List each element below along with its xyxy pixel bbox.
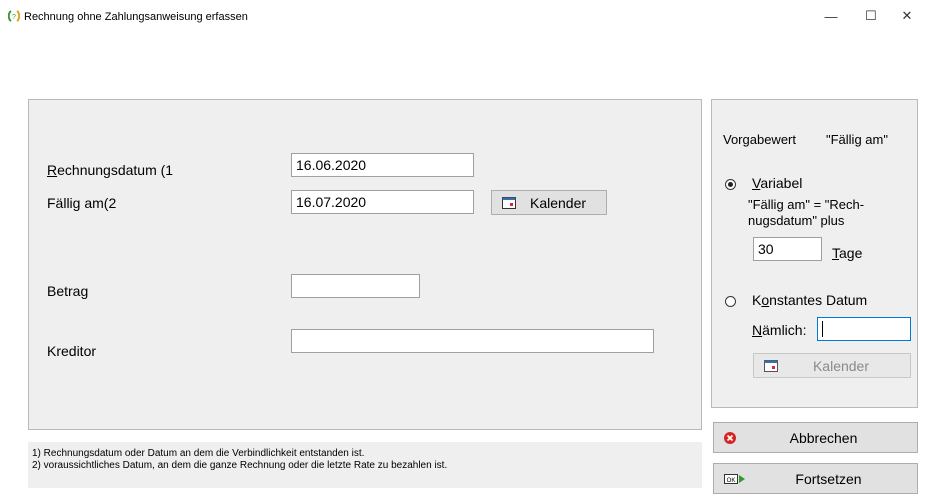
konstant-radio[interactable]	[725, 296, 736, 307]
svg-text:?: ?	[12, 14, 16, 21]
app-logo-icon: ?	[8, 10, 20, 22]
tage-label: Tage	[832, 245, 863, 261]
faellig-input[interactable]: 16.07.2020	[291, 190, 474, 214]
variabel-radio[interactable]	[725, 179, 736, 190]
kreditor-label: Kreditor	[47, 343, 97, 359]
variabel-label[interactable]: Variabel	[752, 175, 802, 191]
vorgabe-value: "Fällig am"	[826, 132, 888, 147]
ok-arrow-icon: OK	[724, 473, 745, 484]
konstant-label[interactable]: Konstantes Datum	[752, 292, 867, 308]
title-bar: ? Rechnung ohne Zahlungsanweisung erfass…	[0, 0, 925, 32]
abbrechen-label: Abbrechen	[789, 429, 858, 446]
abbrechen-button[interactable]: Abbrechen	[713, 422, 918, 453]
kalender-button[interactable]: Kalender	[491, 190, 607, 215]
kreditor-input[interactable]	[291, 329, 654, 353]
vorgabe-label: Vorgabewert	[723, 132, 796, 147]
konstant-kalender-button[interactable]: Kalender	[753, 353, 911, 378]
maximize-button[interactable]: ☐	[853, 0, 889, 32]
kalender-button-label: Kalender	[530, 194, 587, 211]
footnote-2: 2) voraussichtliches Datum, an dem die g…	[32, 460, 448, 471]
rechnungsdatum-label: Rechnungsdatum (1	[47, 162, 174, 178]
invoice-form-panel	[28, 99, 702, 430]
window-title: Rechnung ohne Zahlungsanweisung erfassen	[24, 11, 248, 23]
svg-text:OK: OK	[727, 478, 736, 484]
betrag-input[interactable]	[291, 274, 420, 298]
footnotes: 1) Rechnungsdatum oder Datum an dem die …	[28, 442, 702, 488]
close-button[interactable]: ✕	[889, 0, 925, 32]
naemlich-input[interactable]	[817, 317, 911, 341]
variabel-description: "Fällig am" = "Rech- nugsdatum" plus	[748, 197, 865, 228]
betrag-label: Betrag	[47, 283, 89, 299]
konstant-kalender-label: Kalender	[812, 357, 870, 374]
minimize-button[interactable]: —	[813, 0, 849, 32]
calendar-icon	[764, 359, 778, 372]
naemlich-label: Nämlich:	[752, 322, 807, 338]
cancel-icon	[724, 431, 736, 444]
footnote-1: 1) Rechnungsdatum oder Datum an dem die …	[32, 448, 365, 459]
fortsetzen-button[interactable]: OK Fortsetzen	[713, 463, 918, 494]
rechnungsdatum-input[interactable]: 16.06.2020	[291, 153, 474, 177]
faellig-label: Fällig am(2	[47, 195, 117, 211]
fortsetzen-label: Fortsetzen	[795, 470, 862, 487]
calendar-icon	[502, 196, 516, 209]
text-cursor	[822, 321, 823, 337]
tage-input[interactable]: 30	[753, 237, 822, 261]
